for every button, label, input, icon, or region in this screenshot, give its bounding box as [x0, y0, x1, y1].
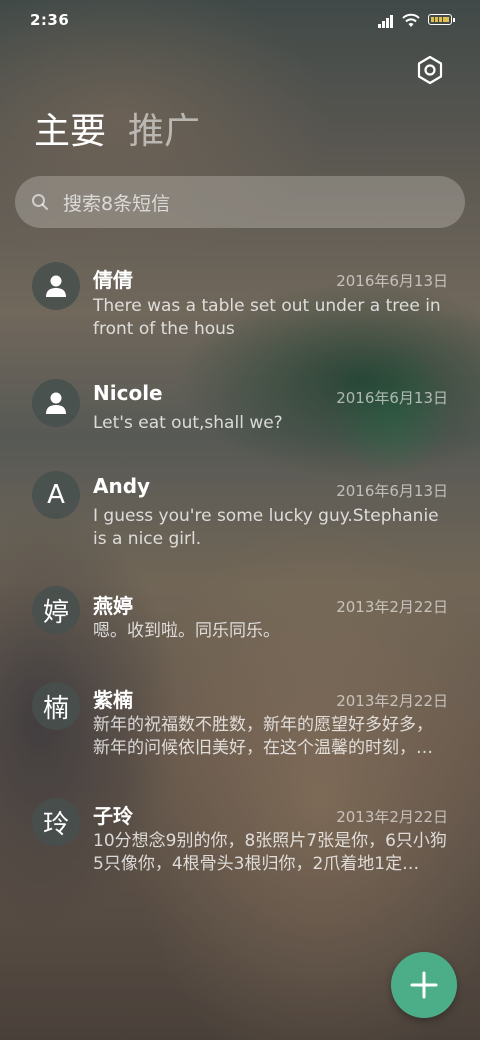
contact-name: 燕婷: [93, 594, 133, 618]
avatar: 楠: [32, 682, 80, 730]
message-preview: 10分想念9别的你，8张照片7张是你，6只小狗5只像你，4根骨头3根归你，2爪着…: [93, 831, 447, 874]
message-date: 2013年2月22日: [336, 808, 448, 826]
message-preview: 新年的祝福数不胜数，新年的愿望好多好多，新年的问候依旧美好，在这个温馨的时刻，…: [93, 715, 433, 758]
message-date: 2013年2月22日: [336, 598, 448, 616]
search-icon: [32, 194, 48, 210]
message-date: 2016年6月13日: [336, 389, 448, 407]
contact-name: 子玲: [93, 804, 133, 828]
person-icon: [46, 392, 66, 414]
avatar: 玲: [32, 798, 80, 846]
wifi-icon: [402, 13, 420, 27]
gear-icon[interactable]: [414, 54, 446, 86]
new-message-button[interactable]: [391, 952, 457, 1018]
person-icon: [46, 275, 66, 297]
avatar: 婷: [32, 586, 80, 634]
avatar: [32, 262, 80, 310]
message-date: 2016年6月13日: [336, 482, 448, 500]
plus-icon: [410, 971, 438, 999]
message-preview: Let's eat out,shall we?: [93, 413, 283, 433]
search-placeholder: 搜索8条短信: [63, 192, 171, 215]
message-preview: I guess you're some lucky guy.Stephanie …: [93, 506, 439, 549]
contact-name: 紫楠: [93, 688, 133, 712]
contact-name: Andy: [93, 474, 151, 498]
signal-icon: [378, 14, 396, 28]
contact-name: Nicole: [93, 381, 163, 405]
contact-name: 倩倩: [93, 268, 133, 292]
tab-main[interactable]: 主要: [34, 108, 106, 158]
avatar: [32, 379, 80, 427]
search-input[interactable]: 搜索8条短信: [15, 176, 465, 228]
message-preview: There was a table set out under a tree i…: [93, 296, 441, 339]
status-bar: 2:36: [0, 0, 480, 40]
message-date: 2016年6月13日: [336, 272, 448, 290]
tab-bar: 主要 推广: [34, 108, 200, 158]
tab-promotions[interactable]: 推广: [128, 108, 200, 158]
status-time: 2:36: [30, 11, 70, 29]
message-preview: 嗯。收到啦。同乐同乐。: [93, 621, 280, 641]
message-date: 2013年2月22日: [336, 692, 448, 710]
avatar: A: [32, 471, 80, 519]
battery-icon: [428, 14, 455, 25]
